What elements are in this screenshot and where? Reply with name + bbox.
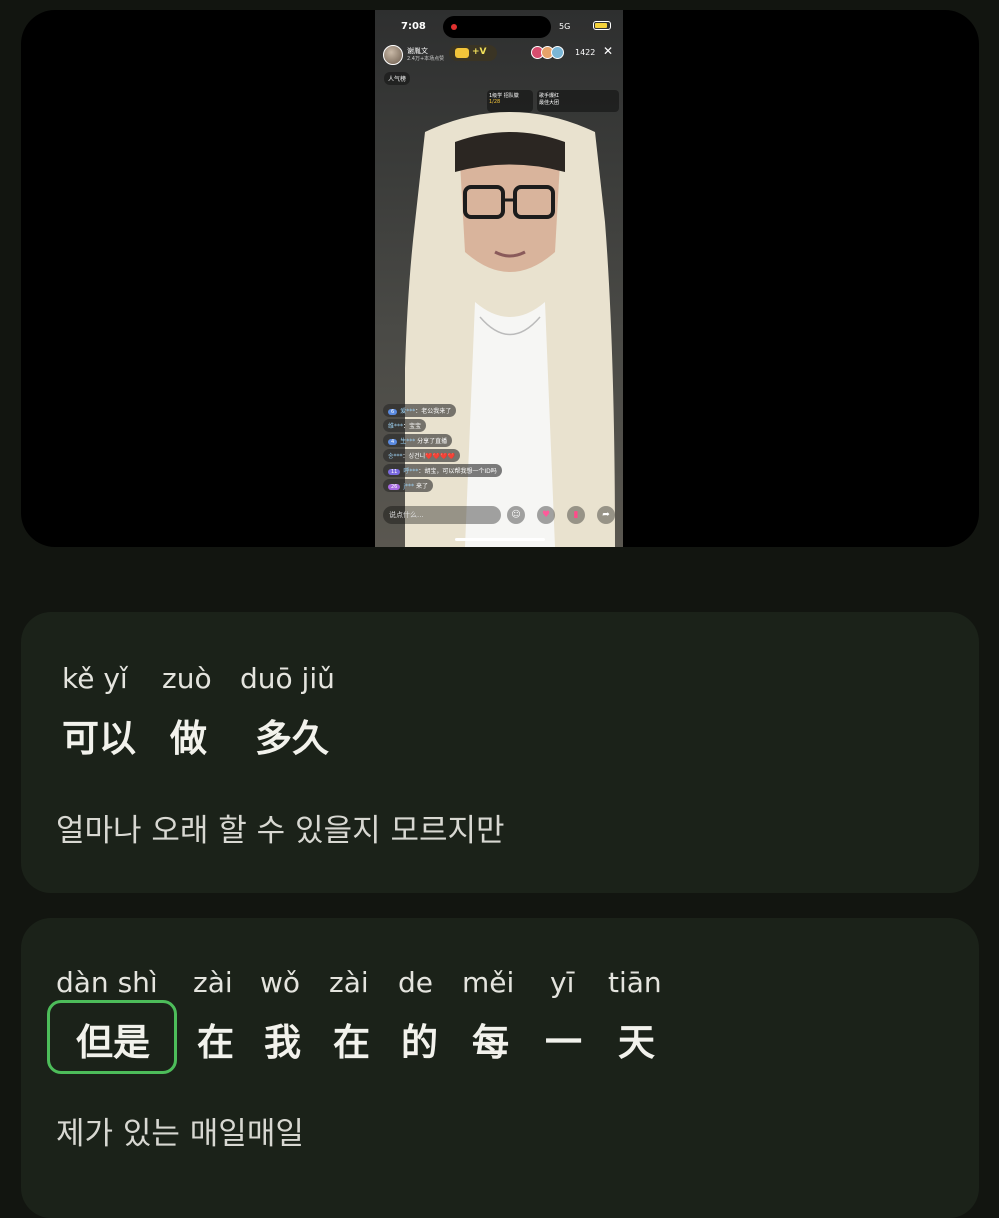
hanzi-word[interactable]: 每 <box>472 1012 509 1066</box>
smile-icon[interactable]: ☺ <box>507 506 525 524</box>
network-label: 5G <box>559 22 571 31</box>
host-subtitle: 2.4万+本场点赞 <box>407 56 445 62</box>
pinyin-label: zuò <box>162 662 212 695</box>
translation-text: 제가 있는 매일매일 <box>56 1116 304 1152</box>
gift-icon[interactable]: ♥ <box>537 506 555 524</box>
comment-item: 26 j*** 来了 <box>383 479 433 492</box>
heart-badge-icon <box>455 48 469 58</box>
hanzi-word[interactable]: 但是 <box>76 1012 150 1066</box>
viewer-avatars: 1422 <box>531 45 596 61</box>
phone-status-bar: 7:08 5G <box>375 10 623 40</box>
hanzi-word[interactable]: 一 <box>545 1012 582 1066</box>
host-name: 谢胤文 <box>407 47 428 55</box>
hanzi-word[interactable]: 可以 <box>62 708 136 762</box>
avatar <box>383 45 403 65</box>
hanzi-word[interactable]: 在 <box>197 1012 234 1066</box>
pinyin-label: kě yǐ <box>62 662 128 695</box>
home-indicator <box>455 538 545 541</box>
hanzi-word[interactable]: 在 <box>333 1012 370 1066</box>
follow-badge: +V <box>449 45 497 61</box>
comment-input[interactable]: 说点什么... <box>383 506 501 524</box>
pinyin-label: měi <box>462 966 515 999</box>
host-info: 谢胤文 2.4万+本场点赞 <box>383 44 444 66</box>
viewer-count: 1422 <box>575 48 596 57</box>
live-comments: 6 爱***：老公我来了 维***：宝宝 4 生*** 分享了直播 송***：싱건니… <box>383 398 583 492</box>
hanzi-word[interactable]: 天 <box>618 1012 655 1066</box>
phone-time: 7:08 <box>401 21 426 32</box>
pinyin-label: zài <box>193 966 233 999</box>
viewer-avatar <box>551 46 564 59</box>
hanzi-word[interactable]: 多久 <box>255 708 329 762</box>
live-bottom-bar: 说点什么... ☺ ♥ ▮ ➦ <box>383 506 615 524</box>
hanzi-word[interactable]: 的 <box>401 1012 438 1066</box>
subtitle-card[interactable]: dàn shì 但是 zài 在 wǒ 我 zài 在 de 的 měi 每 y… <box>21 918 979 1218</box>
translation-text: 얼마나 오래 할 수 있을지 모르지만 <box>56 813 505 849</box>
hanzi-word[interactable]: 做 <box>170 708 207 762</box>
video-player[interactable]: 7:08 5G 谢胤文 2.4万+本场点赞 +V 1422 ✕ 人气榜 1级学 … <box>21 10 979 547</box>
rank-label: 人气榜 <box>384 72 411 85</box>
pinyin-label: duō jiǔ <box>240 662 335 695</box>
subtitle-card[interactable]: kě yǐ 可以 zuò 做 duō jiǔ 多久 얼마나 오래 할 수 있을지… <box>21 612 979 893</box>
pinyin-label: yī <box>550 966 575 999</box>
hanzi-word[interactable]: 我 <box>264 1012 301 1066</box>
heart-icon[interactable]: ▮ <box>567 506 585 524</box>
pinyin-label: de <box>398 966 433 999</box>
share-icon[interactable]: ➦ <box>597 506 615 524</box>
pinyin-label: zài <box>329 966 369 999</box>
pinyin-label: dàn shì <box>56 966 158 999</box>
pinyin-label: wǒ <box>260 966 301 999</box>
battery-icon <box>593 21 611 30</box>
livestream-screenshot: 7:08 5G 谢胤文 2.4万+本场点赞 +V 1422 ✕ 人气榜 1级学 … <box>375 10 623 547</box>
pinyin-label: tiān <box>608 966 662 999</box>
close-icon: ✕ <box>603 44 614 58</box>
record-icon <box>451 24 457 30</box>
dynamic-island <box>443 16 551 38</box>
